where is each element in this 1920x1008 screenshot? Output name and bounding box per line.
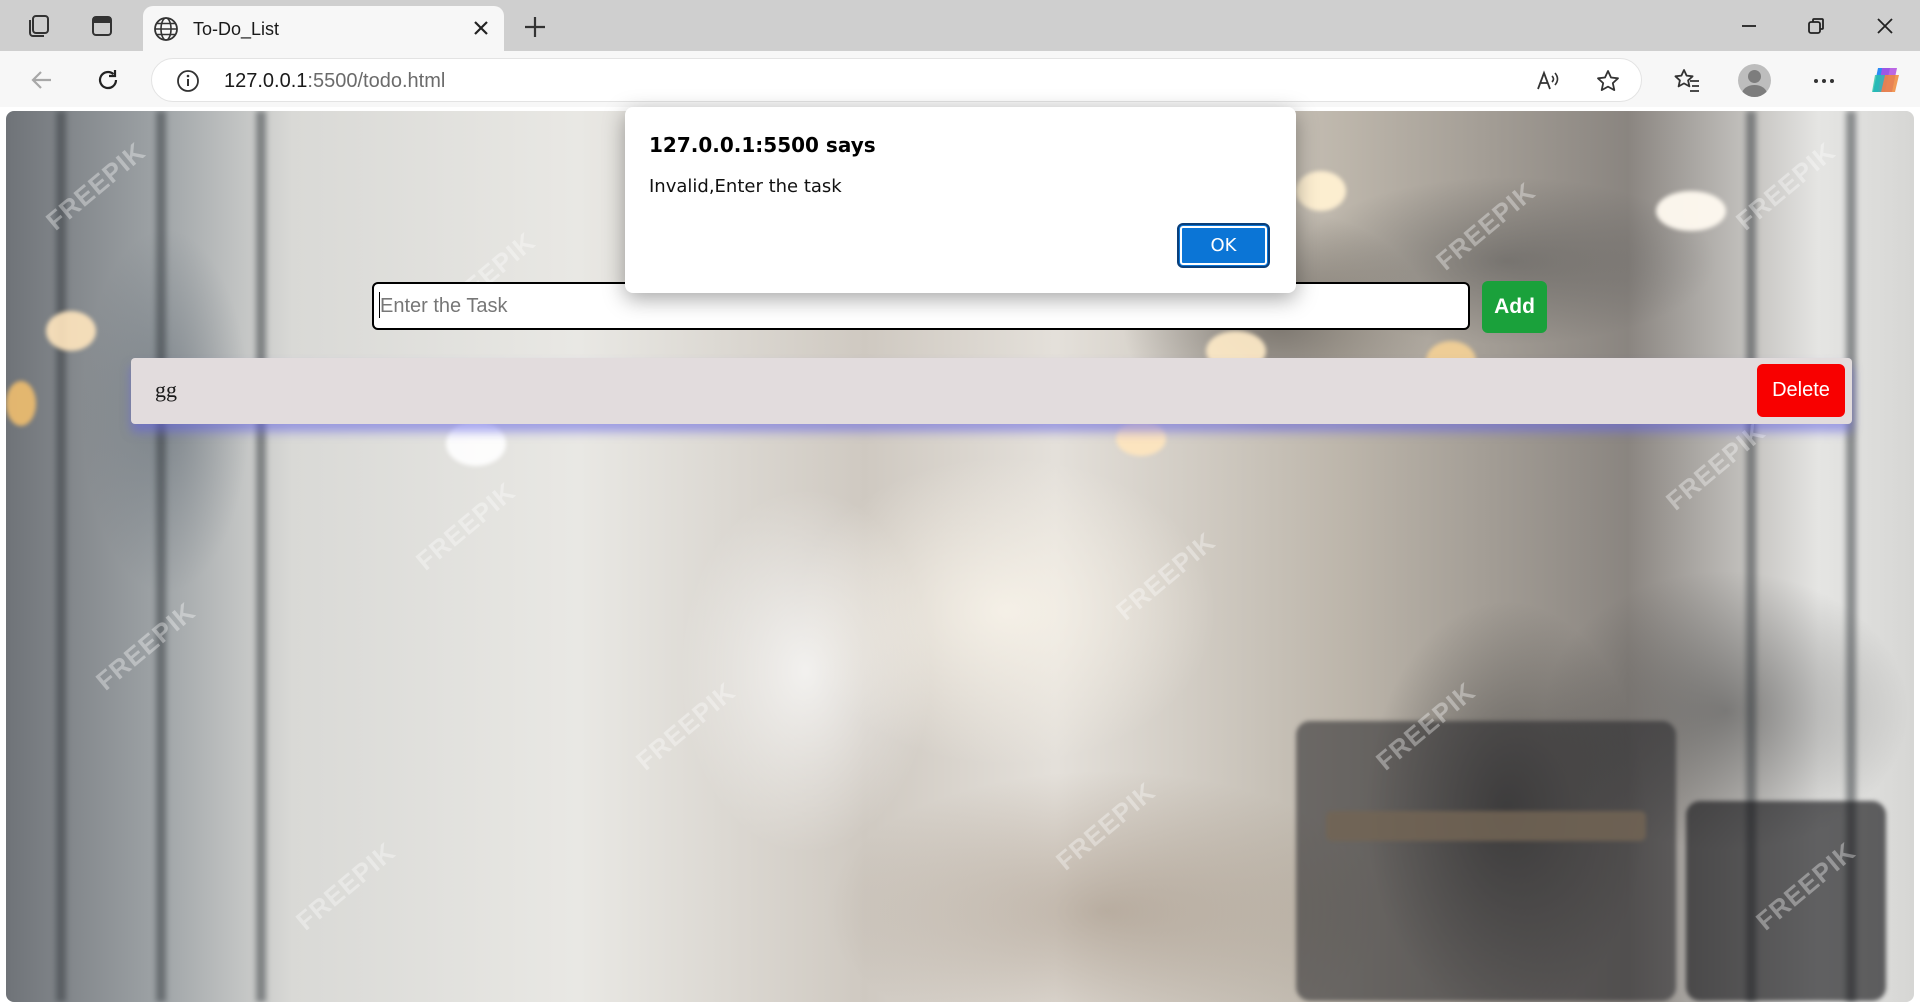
background-decor: [46, 311, 96, 351]
task-text: gg: [155, 377, 177, 402]
tab-actions-icon[interactable]: [86, 10, 118, 42]
star-icon[interactable]: [1595, 68, 1621, 94]
info-icon[interactable]: [176, 69, 200, 93]
background-decor: [1116, 421, 1166, 456]
background-decor: [256, 111, 266, 1002]
watermark: FREEPIK: [1050, 776, 1162, 877]
profile-icon[interactable]: [1738, 64, 1771, 97]
background-decor: [156, 111, 166, 1002]
watermark: FREEPIK: [1110, 526, 1222, 627]
text-caret: [379, 292, 380, 318]
background-decor: [446, 421, 506, 466]
watermark: FREEPIK: [1430, 176, 1542, 277]
back-arrow-icon[interactable]: [25, 63, 59, 97]
active-tab[interactable]: To-Do_List: [143, 6, 504, 51]
more-icon[interactable]: [1810, 67, 1838, 95]
read-aloud-icon[interactable]: [1535, 68, 1561, 94]
dialog-message: Invalid,Enter the task: [649, 176, 842, 197]
add-button[interactable]: Add: [1482, 281, 1547, 333]
watermark: FREEPIK: [90, 596, 202, 697]
list-item: gg Delete: [131, 358, 1852, 424]
refresh-icon[interactable]: [91, 63, 125, 97]
watermark: FREEPIK: [410, 476, 522, 577]
dialog-title: 127.0.0.1:5500 says: [649, 133, 876, 157]
browser-title-bar: To-Do_List: [0, 0, 1920, 51]
background-decor: [56, 111, 66, 1002]
background-decor: [6, 381, 36, 426]
url-path: :5500/todo.html: [307, 70, 446, 92]
close-icon[interactable]: [1868, 10, 1902, 42]
ok-button[interactable]: OK: [1177, 223, 1270, 268]
tab-title: To-Do_List: [193, 19, 280, 39]
globe-icon: [154, 17, 178, 41]
url-text[interactable]: 127.0.0.1:5500/todo.html: [224, 70, 445, 93]
url-host: 127.0.0.1: [224, 70, 308, 92]
background-decor: [1656, 191, 1726, 231]
close-icon[interactable]: [470, 17, 492, 39]
plus-icon[interactable]: [520, 12, 550, 42]
minimize-icon[interactable]: [1732, 10, 1766, 42]
watermark: FREEPIK: [630, 676, 742, 777]
restore-icon[interactable]: [1799, 10, 1833, 42]
workspaces-icon[interactable]: [23, 10, 55, 42]
background-decor: [1296, 171, 1346, 211]
copilot-icon[interactable]: [1869, 63, 1903, 97]
background-decor: [1296, 721, 1676, 1001]
favorites-icon[interactable]: [1673, 67, 1701, 95]
alert-dialog: 127.0.0.1:5500 says Invalid,Enter the ta…: [625, 107, 1296, 293]
watermark: FREEPIK: [290, 836, 402, 937]
browser-toolbar: 127.0.0.1:5500/todo.html: [0, 51, 1920, 107]
delete-button[interactable]: Delete: [1757, 364, 1845, 417]
address-bar[interactable]: 127.0.0.1:5500/todo.html: [151, 58, 1642, 102]
